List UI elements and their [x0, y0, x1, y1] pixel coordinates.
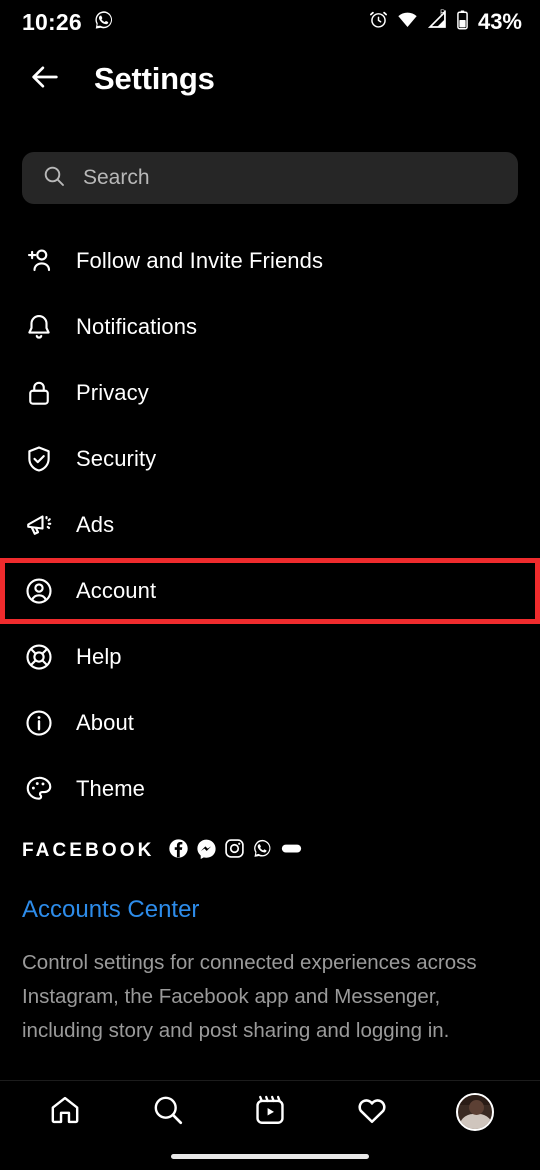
facebook-section: FACEBOOK Accounts Center Control setting… [22, 838, 522, 1048]
svg-text:R: R [440, 10, 445, 17]
facebook-section-description: Control settings for connected experienc… [22, 951, 477, 1042]
nav-activity-button[interactable] [341, 1084, 403, 1140]
facebook-heading-row: FACEBOOK [22, 838, 522, 864]
search-icon [42, 164, 66, 193]
nav-reels-button[interactable] [239, 1084, 301, 1140]
page-header: Settings [0, 48, 540, 110]
megaphone-icon [22, 508, 56, 542]
settings-item-label: Theme [76, 776, 145, 801]
nav-profile-button[interactable] [444, 1084, 506, 1140]
back-button[interactable] [22, 56, 68, 102]
page-title: Settings [94, 61, 215, 96]
palette-icon [22, 772, 56, 806]
lifebuoy-icon [22, 640, 56, 674]
settings-item-privacy[interactable]: Privacy [0, 360, 540, 426]
profile-avatar [455, 1093, 494, 1131]
whatsapp-notification-icon [93, 9, 115, 36]
alarm-icon [368, 9, 389, 35]
facebook-heading: FACEBOOK [22, 840, 155, 861]
home-indicator[interactable] [171, 1154, 369, 1159]
settings-item-label: Follow and Invite Friends [76, 248, 324, 273]
settings-item-label: Notifications [76, 314, 198, 339]
signal-icon: R [426, 9, 449, 35]
status-bar-left: 10:26 [22, 9, 115, 36]
account-circle-icon [22, 574, 56, 608]
battery-icon [456, 9, 469, 36]
instagram-icon [224, 838, 245, 864]
bell-icon [22, 310, 56, 344]
heart-icon [355, 1093, 389, 1132]
status-bar: 10:26 R 43% [0, 0, 540, 44]
wifi-icon [396, 9, 419, 35]
status-bar-clock: 10:26 [22, 8, 82, 35]
bottom-nav-items [0, 1081, 540, 1143]
portal-icon [280, 838, 303, 864]
search-input[interactable]: Search [83, 166, 150, 190]
back-arrow-icon [28, 60, 62, 99]
settings-item-label: Security [76, 446, 157, 471]
settings-item-security[interactable]: Security [0, 426, 540, 492]
settings-item-label: Privacy [76, 380, 149, 405]
lock-icon [22, 376, 56, 410]
status-bar-right: R 43% [368, 9, 522, 36]
search-bar[interactable]: Search [22, 152, 518, 204]
settings-item-follow-and-invite-friends[interactable]: Follow and Invite Friends [0, 228, 540, 294]
settings-item-ads[interactable]: Ads [0, 492, 540, 558]
messenger-icon [196, 838, 217, 864]
settings-item-notifications[interactable]: Notifications [0, 294, 540, 360]
nav-search-button[interactable] [137, 1084, 199, 1140]
facebook-app-icons [168, 838, 303, 864]
reels-icon [253, 1093, 287, 1132]
whatsapp-icon [252, 838, 273, 864]
accounts-center-link[interactable]: Accounts Center [22, 896, 522, 924]
settings-item-label: Ads [76, 512, 115, 537]
settings-item-label: Help [76, 644, 122, 669]
battery-percent: 43% [477, 9, 522, 34]
settings-item-about[interactable]: About [0, 690, 540, 756]
shield-check-icon [22, 442, 56, 476]
settings-item-label: Account [76, 578, 157, 603]
settings-item-theme[interactable]: Theme [0, 756, 540, 822]
settings-item-account[interactable]: Account [0, 558, 540, 624]
nav-home-button[interactable] [34, 1084, 96, 1140]
search-field[interactable]: Search [22, 152, 518, 204]
person-add-icon [22, 244, 56, 278]
settings-list: Follow and Invite Friends Notifications … [0, 228, 540, 822]
avatar-head [468, 1100, 484, 1115]
bottom-navigation-bar [0, 1080, 540, 1170]
settings-item-label: About [76, 710, 134, 735]
info-circle-icon [22, 706, 56, 740]
home-icon [48, 1093, 82, 1132]
settings-item-help[interactable]: Help [0, 624, 540, 690]
search-icon [151, 1093, 185, 1132]
facebook-icon [168, 838, 189, 864]
settings-screen: 10:26 R 43% Settings Search Follow and I… [0, 0, 540, 1170]
avatar-body [458, 1114, 492, 1129]
